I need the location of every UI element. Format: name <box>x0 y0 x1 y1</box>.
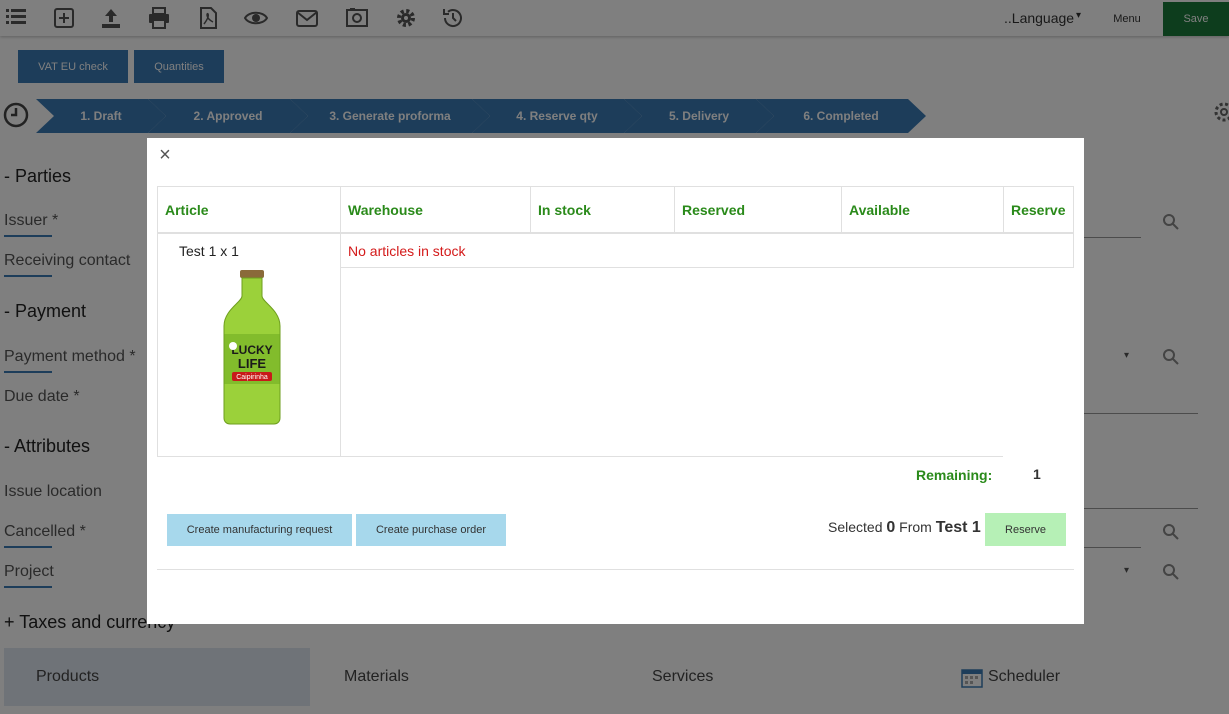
column-header-available: Available <box>842 187 1004 233</box>
column-header-in-stock: In stock <box>531 187 675 233</box>
selected-count: 0 <box>886 519 896 536</box>
create-manufacturing-request-button[interactable]: Create manufacturing request <box>167 514 352 546</box>
product-image: LUCKY LIFE Caipirinha <box>223 270 281 425</box>
reserve-button[interactable]: Reserve <box>985 513 1066 546</box>
from-article: Test 1 <box>935 519 981 536</box>
table-divider <box>340 268 341 457</box>
modal-footer-divider <box>157 569 1074 570</box>
close-icon[interactable]: × <box>157 145 173 165</box>
table-divider <box>341 456 1003 457</box>
no-stock-row: No articles in stock <box>340 234 1074 268</box>
column-header-reserve: Reserve <box>1011 202 1066 218</box>
column-header-article: Article <box>158 187 341 233</box>
remaining-value: 1 <box>1033 466 1041 482</box>
table-header-row: Article Warehouse In stock Reserved Avai… <box>157 186 1074 234</box>
article-name: Test 1 x 1 <box>179 243 239 259</box>
column-header-reserved: Reserved <box>675 187 842 233</box>
column-header-warehouse: Warehouse <box>341 187 531 233</box>
from-label: From <box>899 519 932 535</box>
product-image-text: Caipirinha <box>236 374 268 381</box>
product-image-text: LUCKY <box>231 343 272 357</box>
product-image-text: LIFE <box>238 356 266 371</box>
article-cell: Test 1 x 1 LUCKY LIFE Caipirinha <box>157 234 341 457</box>
create-purchase-order-button[interactable]: Create purchase order <box>356 514 506 546</box>
no-stock-message: No articles in stock <box>348 243 466 259</box>
selected-prefix: Selected <box>828 519 883 535</box>
reserve-quantity-modal: × Article Warehouse In stock Reserved Av… <box>147 138 1084 624</box>
selection-summary: Selected 0 From Test 1 <box>828 519 981 537</box>
remaining-label: Remaining: <box>916 467 993 483</box>
